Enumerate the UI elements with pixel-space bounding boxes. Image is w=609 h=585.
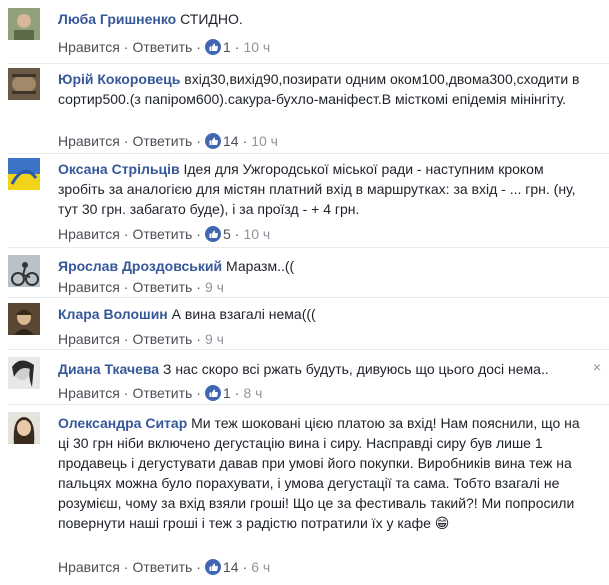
comment: Оксана Стрільців Ідея для Ужгородської м… — [0, 154, 609, 248]
avatar[interactable] — [8, 357, 40, 389]
separator: · — [196, 279, 201, 295]
comment-time[interactable]: 6 ч — [251, 559, 270, 575]
comment: Ярослав Дроздовський Маразм..(( Нравится… — [0, 248, 609, 298]
close-icon[interactable]: × — [593, 359, 601, 375]
like-link[interactable]: Нравится — [58, 39, 120, 55]
like-count[interactable]: 1 — [223, 385, 231, 401]
separator: · — [234, 39, 240, 55]
comment-feed: Люба Гришненко СТИДНО. Нравится · Ответи… — [0, 0, 609, 585]
like-count[interactable]: 14 — [223, 133, 239, 149]
reply-link[interactable]: Ответить — [132, 226, 192, 242]
comment-text: З нас скоро всі ржать будуть, дивуюсь що… — [162, 361, 549, 377]
avatar[interactable] — [8, 412, 40, 444]
separator: · — [234, 385, 240, 401]
avatar[interactable] — [8, 158, 40, 190]
comment-text: А вина взагалі нема((( — [171, 306, 316, 322]
like-thumb-icon[interactable] — [204, 39, 221, 55]
separator: · — [196, 331, 201, 347]
comment-time[interactable]: 10 ч — [251, 133, 278, 149]
avatar[interactable] — [8, 68, 40, 100]
separator: · — [196, 559, 201, 575]
separator: · — [123, 39, 129, 55]
comment-time[interactable]: 8 ч — [243, 385, 262, 401]
comment-author[interactable]: Клара Волошин — [58, 306, 168, 322]
separator: · — [123, 385, 129, 401]
separator: · — [123, 331, 129, 347]
comment-text: Ми теж шоковані цією платою за вхід! Нам… — [58, 415, 580, 531]
like-link[interactable]: Нравится — [58, 331, 120, 347]
like-thumb-icon[interactable] — [204, 133, 221, 149]
like-link[interactable]: Нравится — [58, 559, 120, 575]
comment-author[interactable]: Диана Ткачева — [58, 361, 159, 377]
separator: · — [234, 226, 240, 242]
comment: Клара Волошин А вина взагалі нема((( Нра… — [0, 298, 609, 350]
separator: · — [196, 39, 201, 55]
comment-text: СТИДНО. — [180, 11, 243, 27]
separator: · — [123, 559, 129, 575]
like-count[interactable]: 1 — [223, 39, 231, 55]
separator: · — [123, 226, 129, 242]
like-thumb-icon[interactable] — [204, 559, 221, 575]
comment-author[interactable]: Люба Гришненко — [58, 11, 176, 27]
comment: Диана Ткачева З нас скоро всі ржать буду… — [0, 350, 609, 405]
separator: · — [242, 133, 248, 149]
avatar[interactable] — [8, 8, 40, 40]
comment-time[interactable]: 9 ч — [205, 331, 224, 347]
comment-time[interactable]: 10 ч — [243, 226, 270, 242]
like-link[interactable]: Нравится — [58, 385, 120, 401]
like-count[interactable]: 14 — [223, 559, 239, 575]
like-thumb-icon[interactable] — [204, 226, 221, 242]
reply-link[interactable]: Ответить — [132, 133, 192, 149]
comment: Люба Гришненко СТИДНО. Нравится · Ответи… — [0, 0, 609, 64]
separator: · — [196, 133, 201, 149]
reply-link[interactable]: Ответить — [132, 559, 192, 575]
reply-link[interactable]: Ответить — [132, 39, 192, 55]
like-thumb-icon[interactable] — [204, 385, 221, 401]
reply-link[interactable]: Ответить — [132, 279, 192, 295]
comment-author[interactable]: Олександра Ситар — [58, 415, 187, 431]
separator: · — [196, 385, 201, 401]
like-link[interactable]: Нравится — [58, 133, 120, 149]
comment-text: Маразм..(( — [226, 258, 295, 274]
like-link[interactable]: Нравится — [58, 279, 120, 295]
grinning-emoji-icon: 😁 — [434, 516, 450, 532]
comment-time[interactable]: 9 ч — [205, 279, 224, 295]
like-count[interactable]: 5 — [223, 226, 231, 242]
comment-author[interactable]: Оксана Стрільців — [58, 161, 180, 177]
separator: · — [123, 279, 129, 295]
comment-time[interactable]: 10 ч — [243, 39, 270, 55]
comment-author[interactable]: Ярослав Дроздовський — [58, 258, 222, 274]
like-link[interactable]: Нравится — [58, 226, 120, 242]
separator: · — [196, 226, 201, 242]
comment-author[interactable]: Юрій Кокоровець — [58, 71, 180, 87]
comment: Олександра Ситар Ми теж шоковані цією пл… — [0, 405, 609, 585]
separator: · — [123, 133, 129, 149]
separator: · — [242, 559, 248, 575]
avatar[interactable] — [8, 303, 40, 335]
reply-link[interactable]: Ответить — [132, 385, 192, 401]
reply-link[interactable]: Ответить — [132, 331, 192, 347]
comment: Юрій Кокоровець вхід30,вихід90,позирати … — [0, 64, 609, 154]
avatar[interactable] — [8, 255, 40, 287]
